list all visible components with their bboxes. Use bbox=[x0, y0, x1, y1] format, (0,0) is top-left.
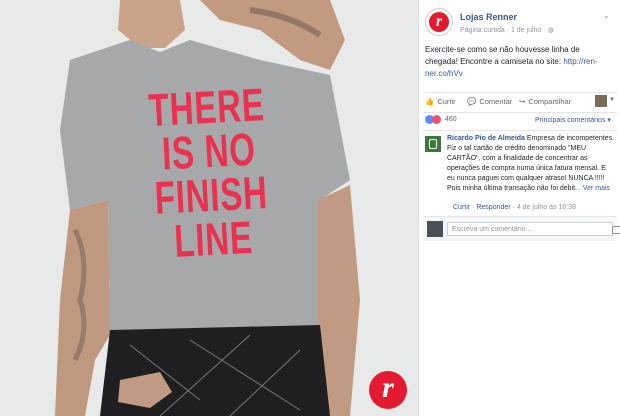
share-label: Compartilhar bbox=[528, 97, 572, 106]
share-icon: ↪ bbox=[519, 97, 526, 106]
post-text: Exercite-se como se não houvesse linha d… bbox=[425, 44, 613, 80]
thumbs-up-icon: 👍 bbox=[425, 97, 435, 106]
comment-reply-link[interactable]: Responder bbox=[476, 204, 510, 211]
comment-actions: Curtir · Responder · 4 de julho às 18:38 bbox=[453, 204, 576, 211]
avatar[interactable] bbox=[425, 136, 441, 152]
love-reaction-icon bbox=[432, 115, 441, 124]
like-button[interactable]: 👍 Curtir bbox=[425, 97, 456, 106]
caret-down-icon[interactable]: ▼ bbox=[609, 97, 615, 103]
comment-icon: 💬 bbox=[467, 97, 477, 106]
divider bbox=[423, 112, 617, 113]
post-actions: 👍 Curtir 💬 Comentar ↪ Compartilhar ▼ bbox=[423, 94, 617, 110]
comment-text: Empresa de incompetentes. Fiz o tal cart… bbox=[447, 135, 615, 192]
page-avatar-letter: r bbox=[429, 12, 449, 32]
comment-like-link[interactable]: Curtir bbox=[453, 204, 470, 211]
shirt-print: THERE IS NO FINISH LINE bbox=[106, 78, 315, 267]
avatar bbox=[427, 221, 443, 237]
divider bbox=[423, 130, 617, 131]
page-name-link[interactable]: Lojas Renner bbox=[460, 12, 517, 22]
comment-body: Ricardo Pio de Almeida Empresa de incomp… bbox=[447, 134, 615, 194]
post-meta: Página curtida · 1 de julho · ◍ bbox=[460, 26, 554, 34]
post-meta-text: Página curtida · 1 de julho · bbox=[460, 27, 548, 34]
share-button[interactable]: ↪ Compartilhar bbox=[519, 97, 571, 106]
comment-author[interactable]: Ricardo Pio de Almeida bbox=[447, 135, 525, 142]
comment-timestamp: · 4 de julho às 18:38 bbox=[510, 204, 576, 211]
see-more-link[interactable]: ... Ver mais bbox=[575, 185, 610, 192]
comment-button[interactable]: 💬 Comentar bbox=[467, 97, 512, 106]
chevron-down-icon[interactable]: ⌄ bbox=[603, 11, 610, 20]
reaction-count[interactable]: 460 bbox=[445, 116, 457, 123]
globe-icon: ◍ bbox=[547, 27, 554, 34]
comment-label: Comentar bbox=[479, 97, 513, 106]
camera-icon[interactable] bbox=[612, 226, 620, 234]
comment-input[interactable]: Escreva um comentário... bbox=[447, 222, 620, 236]
avatar[interactable] bbox=[595, 95, 607, 107]
page-avatar[interactable]: r bbox=[425, 8, 453, 36]
comment-sort-dropdown[interactable]: Principais comentários ▾ bbox=[535, 116, 611, 124]
like-label: Curtir bbox=[437, 97, 456, 106]
post-body: Exercite-se como se não houvesse linha d… bbox=[425, 45, 580, 66]
reactions-bar: 460 Principais comentários ▾ bbox=[423, 114, 617, 128]
comment-composer: Escreva um comentário... bbox=[423, 216, 620, 241]
divider bbox=[423, 92, 617, 93]
brand-watermark-logo: r bbox=[369, 371, 407, 409]
post-sidebar: r Lojas Renner Página curtida · 1 de jul… bbox=[418, 0, 620, 416]
post-photo[interactable]: THERE IS NO FINISH LINE r bbox=[0, 0, 418, 416]
shirt-line: LINE bbox=[172, 210, 254, 267]
